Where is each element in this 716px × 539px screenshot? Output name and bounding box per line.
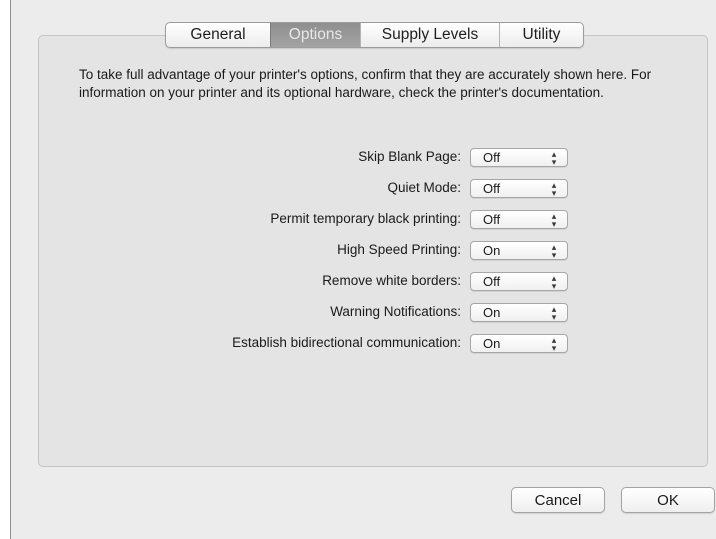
remove-white-borders-popup[interactable]: Off ▴ ▾	[470, 272, 568, 291]
up-down-arrows-icon: ▴ ▾	[551, 180, 557, 198]
popup-value: Off	[483, 150, 501, 165]
option-label-warning-notifications: Warning Notifications:	[330, 304, 461, 319]
establish-bidirectional-communication-popup[interactable]: On ▴ ▾	[470, 334, 568, 353]
skip-blank-page-popup[interactable]: Off ▴ ▾	[470, 148, 568, 167]
option-label-quiet-mode: Quiet Mode:	[387, 180, 461, 195]
ok-button[interactable]: OK	[621, 487, 715, 513]
up-down-arrows-icon: ▴ ▾	[551, 335, 557, 353]
popup-value: On	[483, 305, 501, 320]
tab-utility[interactable]: Utility	[499, 23, 583, 47]
tab-bar: General Options Supply Levels Utility	[165, 22, 584, 48]
quiet-mode-popup[interactable]: Off ▴ ▾	[470, 179, 568, 198]
cancel-button[interactable]: Cancel	[511, 487, 605, 513]
option-label-skip-blank-page: Skip Blank Page:	[358, 149, 461, 164]
popup-value: Off	[483, 212, 501, 227]
popup-value: On	[483, 336, 501, 351]
tab-supply-levels[interactable]: Supply Levels	[360, 23, 499, 47]
popup-value: Off	[483, 181, 501, 196]
up-down-arrows-icon: ▴ ▾	[551, 211, 557, 229]
option-label-permit-temporary-black-printing: Permit temporary black printing:	[270, 211, 461, 226]
up-down-arrows-icon: ▴ ▾	[551, 304, 557, 322]
options-description: To take full advantage of your printer's…	[79, 67, 652, 100]
tab-options[interactable]: Options	[270, 23, 360, 47]
permit-temporary-black-printing-popup[interactable]: Off ▴ ▾	[470, 210, 568, 229]
tab-general[interactable]: General	[166, 23, 270, 47]
popup-value: On	[483, 243, 501, 258]
popup-value: Off	[483, 274, 501, 289]
option-label-remove-white-borders: Remove white borders:	[322, 273, 461, 288]
option-label-high-speed-printing: High Speed Printing:	[337, 242, 461, 257]
up-down-arrows-icon: ▴ ▾	[551, 149, 557, 167]
up-down-arrows-icon: ▴ ▾	[551, 273, 557, 291]
option-label-establish-bidirectional-communication: Establish bidirectional communication:	[232, 335, 461, 350]
high-speed-printing-popup[interactable]: On ▴ ▾	[470, 241, 568, 260]
printer-options-dialog: General Options Supply Levels Utility To…	[10, 0, 716, 539]
warning-notifications-popup[interactable]: On ▴ ▾	[470, 303, 568, 322]
up-down-arrows-icon: ▴ ▾	[551, 242, 557, 260]
